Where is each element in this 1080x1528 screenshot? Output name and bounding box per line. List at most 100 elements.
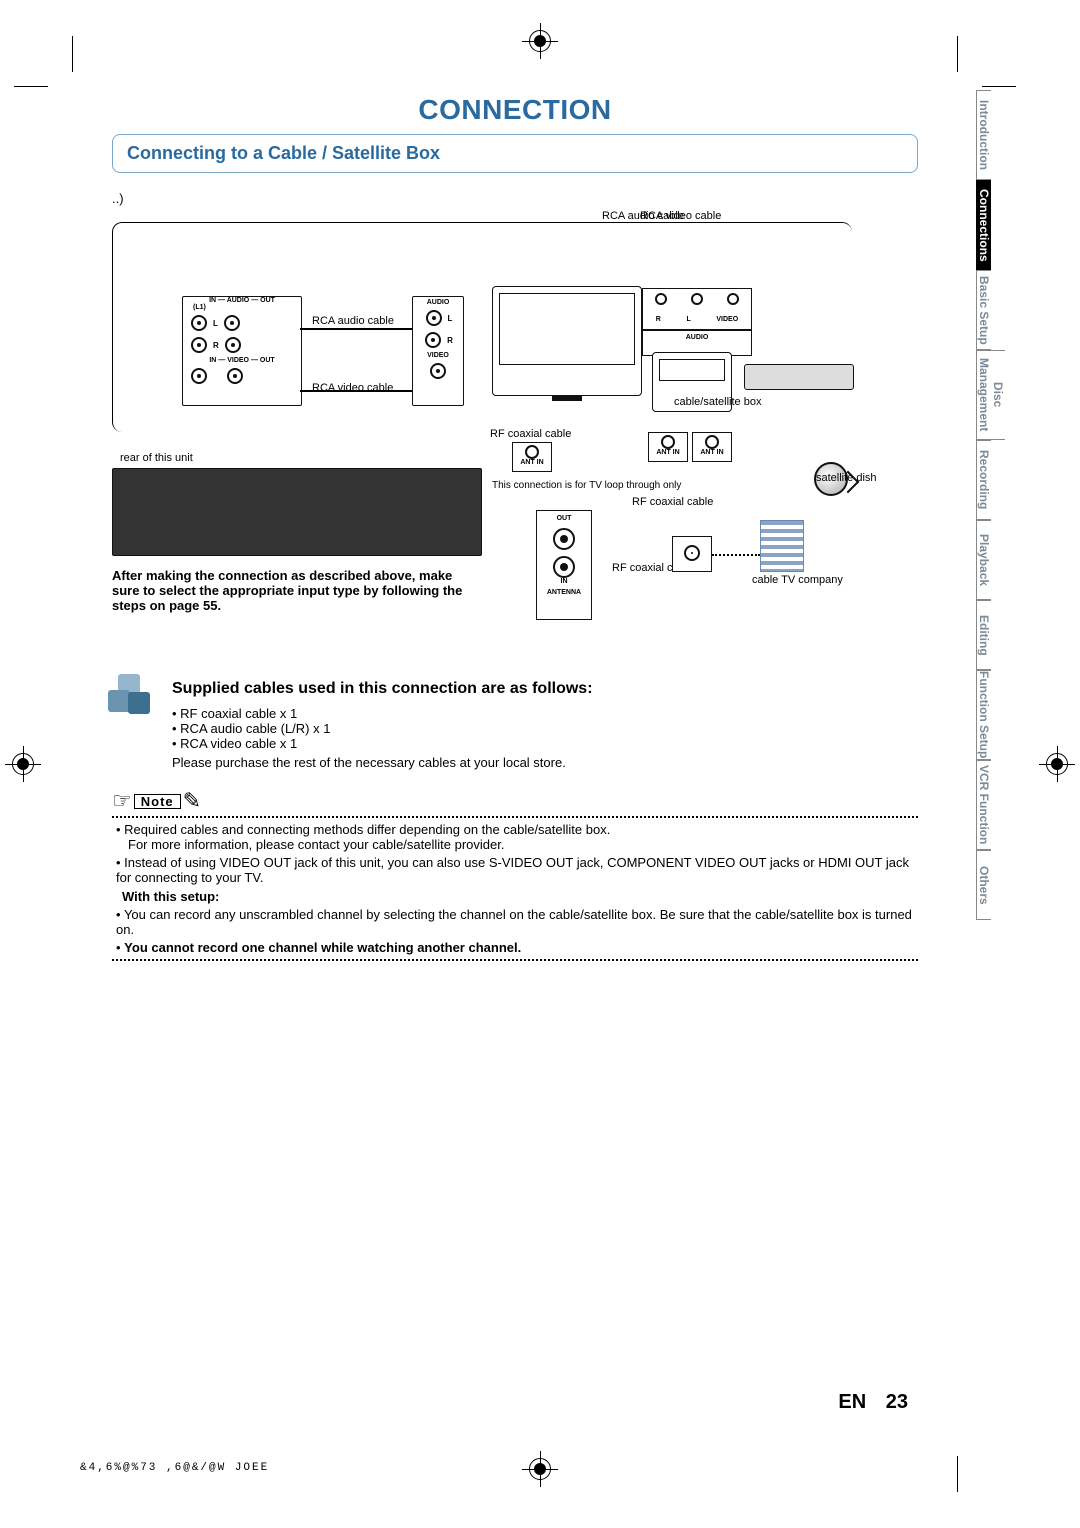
section-heading: Connecting to a Cable / Satellite Box	[127, 143, 903, 164]
note-item: You cannot record one channel while watc…	[116, 940, 918, 955]
supplied-item: RCA audio cable (L/R) x 1	[172, 721, 918, 736]
stb-ant-panel2: ANT IN	[692, 432, 732, 462]
note-item: Required cables and connecting methods d…	[116, 822, 918, 852]
label-audio2: AUDIO	[686, 334, 709, 341]
page-content: CONNECTION Connecting to a Cable / Satel…	[72, 86, 958, 1442]
setup-heading: With this setup:	[122, 889, 219, 904]
port-icon	[224, 315, 240, 331]
label-rca-audio-cable: RCA audio cable	[602, 210, 684, 222]
port-icon	[525, 445, 539, 459]
label-satellite-dish: satellite dish	[816, 472, 877, 484]
supplied-item: RCA video cable x 1	[172, 736, 918, 751]
label-ant-in3: ANT IN	[693, 449, 731, 456]
tv-input-panel: AUDIO L R VIDEO	[412, 296, 464, 406]
crop-line	[982, 86, 1016, 87]
tab-function-setup: Function Setup	[976, 670, 991, 760]
tab-playback: Playback	[976, 520, 991, 600]
supplied-list: RF coaxial cable x 1 RCA audio cable (L/…	[172, 706, 918, 751]
tab-vcr-function: VCR Function	[976, 760, 991, 850]
label-l2: L	[448, 314, 453, 323]
crop-mark-icon	[1046, 753, 1068, 775]
fragment-text: ..)	[112, 191, 958, 206]
crop-mark-icon	[529, 30, 551, 52]
port-icon	[553, 528, 575, 550]
label-r2: R	[447, 336, 453, 345]
port-icon	[691, 293, 703, 305]
section-tabs: Introduction Connections Basic Setup Dis…	[976, 90, 1032, 920]
crop-mark-icon	[12, 753, 34, 775]
cubes-icon	[108, 674, 156, 722]
dotted-line	[712, 554, 760, 556]
connection-diagram: RCA video cable RCA audio cable IN — AUD…	[112, 210, 918, 660]
port-icon	[727, 293, 739, 305]
tab-editing: Editing	[976, 600, 991, 670]
pencil-icon: ✎	[183, 790, 201, 812]
tab-connections: Connections	[976, 180, 991, 270]
label-rca-video-cable2: RCA video cable	[312, 382, 393, 394]
label-r-stb: R	[656, 316, 661, 323]
port-icon	[430, 363, 446, 379]
label-in-video-out: IN — VIDEO — OUT	[183, 357, 301, 364]
supplied-item: RF coaxial cable x 1	[172, 706, 918, 721]
section-heading-box: Connecting to a Cable / Satellite Box	[112, 134, 918, 173]
label-rca-audio-cable2: RCA audio cable	[312, 315, 394, 327]
cable-line	[300, 390, 412, 392]
supplied-purchase: Please purchase the rest of the necessar…	[172, 755, 918, 770]
cable-box-icon	[744, 364, 854, 390]
port-icon	[191, 368, 207, 384]
label-video-stb: VIDEO	[716, 316, 738, 323]
tab-others: Others	[976, 850, 991, 920]
tab-basic-setup: Basic Setup	[976, 270, 991, 350]
stb-ant-panel1: ANT IN	[648, 432, 688, 462]
note-subtext: For more information, please contact you…	[128, 837, 918, 852]
dotted-rule	[112, 816, 918, 818]
hand-point-icon: ☞	[112, 790, 132, 812]
label-loop-through: This connection is for TV loop through o…	[492, 480, 592, 491]
label-rear-of-unit: rear of this unit	[120, 452, 193, 464]
note-text: Required cables and connecting methods d…	[124, 822, 610, 837]
connection-note-text: After making the connection as described…	[112, 568, 472, 613]
crop-line	[72, 36, 73, 72]
label-cable-satellite-box: cable/satellite box	[674, 396, 761, 408]
wall-plate-icon	[672, 536, 712, 572]
port-icon	[684, 545, 700, 561]
supplied-cables-block: Supplied cables used in this connection …	[112, 680, 918, 770]
cable-line	[300, 328, 412, 330]
crop-line	[14, 86, 48, 87]
label-l: L	[213, 319, 218, 328]
label-in-audio-out: IN — AUDIO — OUT	[183, 297, 301, 304]
crop-mark-icon	[529, 1458, 551, 1480]
port-icon	[553, 556, 575, 578]
port-icon	[191, 337, 207, 353]
label-cable-tv-company: cable TV company	[752, 574, 822, 586]
label-antenna: ANTENNA	[537, 589, 591, 596]
label-rf-coax: RF coaxial cable	[490, 428, 570, 440]
footer-lang: EN	[838, 1391, 866, 1413]
note-bold: You cannot record one channel while watc…	[124, 940, 521, 955]
dotted-rule	[112, 959, 918, 961]
label-l1: (L1)	[183, 304, 301, 311]
tab-recording: Recording	[976, 440, 991, 520]
crop-line	[957, 36, 958, 72]
page-footer: EN 23	[838, 1391, 908, 1414]
port-icon	[661, 435, 675, 449]
label-r: R	[213, 341, 219, 350]
port-icon	[227, 368, 243, 384]
tv-icon	[492, 286, 642, 396]
notes-list: Required cables and connecting methods d…	[112, 822, 918, 955]
antenna-panel: OUT IN ANTENNA	[536, 510, 592, 620]
port-icon	[705, 435, 719, 449]
port-icon	[425, 332, 441, 348]
label-video-in: VIDEO	[413, 352, 463, 359]
label-rf-coax-2: RF coaxial cable	[632, 496, 713, 508]
note-item: You can record any unscrambled channel b…	[116, 907, 918, 937]
tab-introduction: Introduction	[976, 90, 991, 180]
label-l-stb: L	[686, 316, 690, 323]
label-ant-in2: ANT IN	[649, 449, 687, 456]
label-audio-in: AUDIO	[413, 299, 463, 306]
page-title: CONNECTION	[72, 94, 958, 126]
note-item: Instead of using VIDEO OUT jack of this …	[116, 855, 918, 885]
crop-line	[957, 1456, 958, 1492]
label-ant-in: ANT IN	[513, 459, 551, 466]
label-out: OUT	[537, 515, 591, 522]
